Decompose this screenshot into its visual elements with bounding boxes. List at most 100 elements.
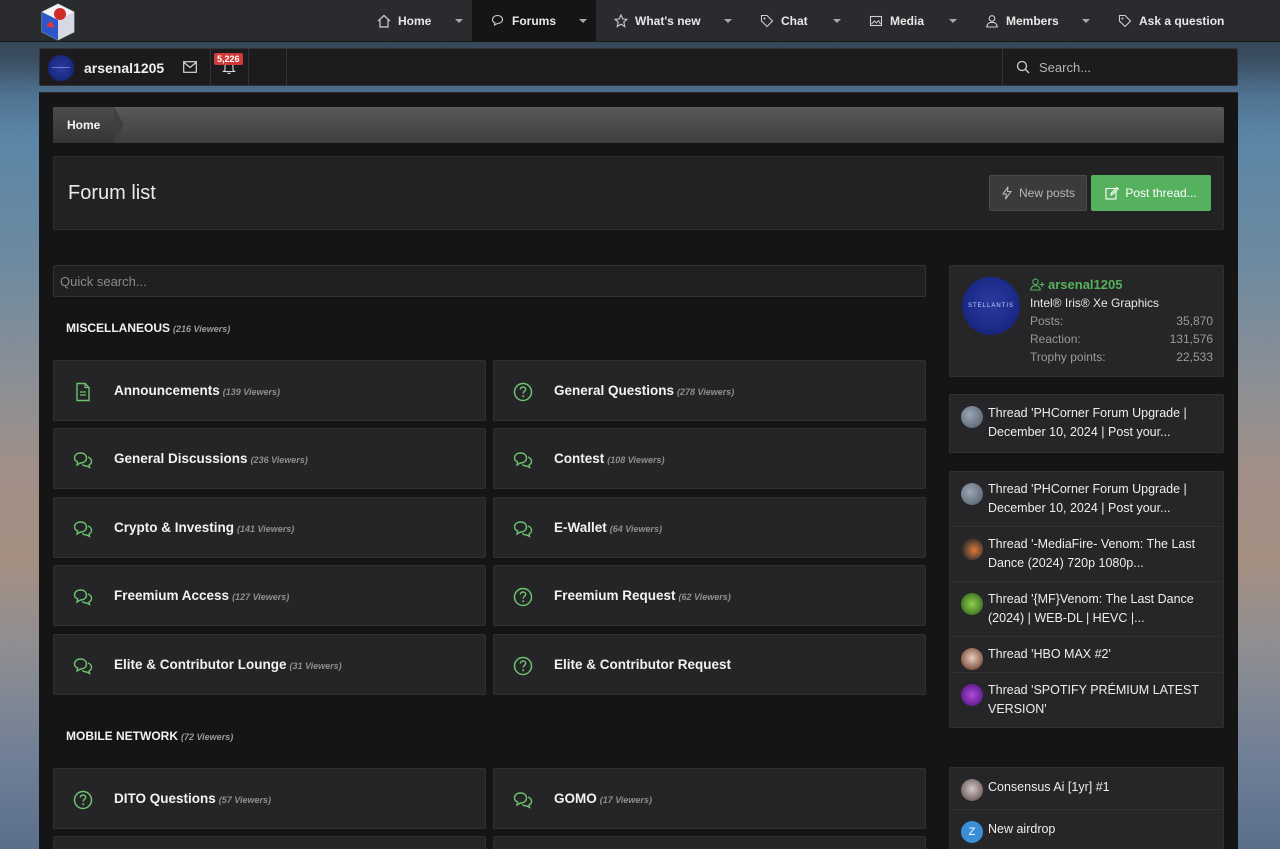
activity-item[interactable]: Thread '{MF}Venom: The Last Dance (2024)… <box>950 582 1223 637</box>
forum-title-text[interactable]: Elite & Contributor Request <box>554 657 731 672</box>
forum-viewers: (62 Viewers) <box>678 592 731 602</box>
forum-viewers: (108 Viewers) <box>607 455 665 465</box>
forum-title: Freemium Request (62 Viewers) <box>554 588 731 603</box>
stat-label: Posts: <box>1030 314 1064 328</box>
forum-node[interactable]: General Discussions (236 Viewers) <box>53 428 486 489</box>
new-posts-label: New posts <box>1018 186 1076 200</box>
forum-title-text[interactable]: Freemium Access <box>114 588 229 603</box>
comments-icon <box>73 452 93 469</box>
forum-title: DITO Questions (57 Viewers) <box>114 791 271 806</box>
nav-media[interactable]: Media <box>869 0 924 42</box>
avatar[interactable] <box>961 406 983 428</box>
nav-whats-new-dropdown-caret[interactable] <box>721 0 735 42</box>
account-username[interactable]: arsenal1205 <box>84 60 164 76</box>
activity-text: Thread 'HBO MAX #2' <box>988 647 1111 661</box>
nav-ask-question[interactable]: Ask a question <box>1118 0 1224 42</box>
search-icon <box>1016 60 1030 74</box>
new-posts-button[interactable]: New posts <box>989 175 1087 211</box>
forum-node[interactable]: Announcements (139 Viewers) <box>53 360 486 421</box>
avatar[interactable] <box>48 55 74 81</box>
activity-block: Thread 'PHCorner Forum Upgrade | Decembe… <box>949 394 1224 453</box>
nav-chat[interactable]: Chat <box>760 0 808 42</box>
profile-user-title: Intel® Iris® Xe Graphics <box>1030 296 1160 310</box>
nav-members[interactable]: Members <box>985 0 1059 42</box>
document-icon <box>76 382 90 402</box>
nav-home-label: Home <box>398 14 432 28</box>
forum-title: Elite & Contributor Lounge (31 Viewers) <box>114 657 342 672</box>
nav-home[interactable]: Home <box>377 0 431 42</box>
search-input[interactable] <box>1039 55 1229 79</box>
nav-home-dropdown-caret[interactable] <box>452 0 466 42</box>
activity-item[interactable]: Thread 'HBO MAX #2' <box>950 637 1223 673</box>
activity-item[interactable]: Z New airdrop <box>950 810 1223 849</box>
avatar[interactable] <box>961 483 983 505</box>
quick-search-input[interactable] <box>54 266 925 296</box>
activity-text: Thread 'SPOTIFY PRÉMIUM LATEST VERSION' <box>988 683 1199 716</box>
activity-item[interactable]: Thread 'PHCorner Forum Upgrade | Decembe… <box>950 472 1223 527</box>
question-icon <box>73 790 93 810</box>
forum-node[interactable] <box>53 836 486 849</box>
nav-chat-dropdown-caret[interactable] <box>830 0 844 42</box>
avatar[interactable] <box>961 779 983 801</box>
forum-viewers: (139 Viewers) <box>222 387 280 397</box>
breadcrumb-home[interactable]: Home <box>53 107 125 143</box>
forum-node[interactable]: E-Wallet (64 Viewers) <box>493 497 926 558</box>
forum-title: Announcements (139 Viewers) <box>114 383 280 398</box>
forum-node[interactable]: Contest (108 Viewers) <box>493 428 926 489</box>
avatar[interactable] <box>961 648 983 670</box>
forum-title-text[interactable]: General Discussions <box>114 451 248 466</box>
forum-node[interactable]: Crypto & Investing (141 Viewers) <box>53 497 486 558</box>
avatar[interactable]: STELLANTIS <box>962 277 1020 335</box>
forum-title-text[interactable]: Freemium Request <box>554 588 676 603</box>
activity-item[interactable]: Consensus Ai [1yr] #1 <box>950 768 1223 810</box>
activity-item[interactable]: Thread '-MediaFire- Venom: The Last Danc… <box>950 527 1223 582</box>
avatar[interactable] <box>961 684 983 706</box>
stat-value[interactable]: 35,870 <box>1176 314 1213 328</box>
forum-viewers: (31 Viewers) <box>289 661 342 671</box>
forum-node[interactable] <box>493 836 926 849</box>
activity-text: Thread '{MF}Venom: The Last Dance (2024)… <box>988 592 1194 625</box>
forum-node[interactable]: General Questions (278 Viewers) <box>493 360 926 421</box>
forum-node[interactable]: Elite & Contributor Lounge (31 Viewers) <box>53 634 486 695</box>
forum-title-text[interactable]: E-Wallet <box>554 520 607 535</box>
forum-title-text[interactable]: Contest <box>554 451 604 466</box>
forum-node[interactable]: GOMO (17 Viewers) <box>493 768 926 829</box>
site-logo[interactable] <box>38 2 78 42</box>
question-icon <box>513 587 533 607</box>
category-title[interactable]: MISCELLANEOUS (216 Viewers) <box>66 321 230 335</box>
stat-value[interactable]: 22,533 <box>1176 350 1213 364</box>
nav-whats-new[interactable]: What's new <box>614 0 701 42</box>
forum-title: GOMO (17 Viewers) <box>554 791 652 806</box>
profile-card: STELLANTIS arsenal1205 Intel® Iris® Xe G… <box>949 265 1224 377</box>
forum-node[interactable]: DITO Questions (57 Viewers) <box>53 768 486 829</box>
forum-title: E-Wallet (64 Viewers) <box>554 520 662 535</box>
forum-node[interactable]: Freemium Access (127 Viewers) <box>53 565 486 626</box>
avatar[interactable] <box>961 593 983 615</box>
avatar[interactable]: Z <box>961 821 983 843</box>
user-plus-icon <box>1030 278 1045 291</box>
forum-title: Contest (108 Viewers) <box>554 451 664 466</box>
forum-title-text[interactable]: DITO Questions <box>114 791 216 806</box>
forum-title-text[interactable]: General Questions <box>554 383 674 398</box>
forum-title-text[interactable]: GOMO <box>554 791 597 806</box>
nav-members-dropdown-caret[interactable] <box>1079 0 1093 42</box>
activity-item[interactable]: Thread 'PHCorner Forum Upgrade | Decembe… <box>950 395 1223 452</box>
envelope-icon[interactable] <box>183 61 197 73</box>
stat-value[interactable]: 131,576 <box>1170 332 1213 346</box>
forum-node[interactable]: Freemium Request (62 Viewers) <box>493 565 926 626</box>
category-viewers: (72 Viewers) <box>181 732 234 742</box>
activity-item[interactable]: Thread 'SPOTIFY PRÉMIUM LATEST VERSION' <box>950 673 1223 727</box>
forum-title-text[interactable]: Announcements <box>114 383 220 398</box>
profile-stat-posts: Posts: 35,870 <box>1030 314 1213 328</box>
nav-media-dropdown-caret[interactable] <box>946 0 960 42</box>
profile-username[interactable]: arsenal1205 <box>1030 277 1122 292</box>
avatar[interactable] <box>961 538 983 560</box>
forum-node[interactable]: Elite & Contributor Request <box>493 634 926 695</box>
nav-forums-dropdown-caret[interactable] <box>576 0 590 42</box>
activity-text: Thread 'PHCorner Forum Upgrade | Decembe… <box>988 482 1187 515</box>
forum-title-text[interactable]: Crypto & Investing <box>114 520 234 535</box>
nav-forums-label: Forums <box>512 14 557 28</box>
forum-title-text[interactable]: Elite & Contributor Lounge <box>114 657 286 672</box>
category-title[interactable]: MOBILE NETWORK (72 Viewers) <box>66 729 233 743</box>
post-thread-button[interactable]: Post thread... <box>1091 175 1211 211</box>
